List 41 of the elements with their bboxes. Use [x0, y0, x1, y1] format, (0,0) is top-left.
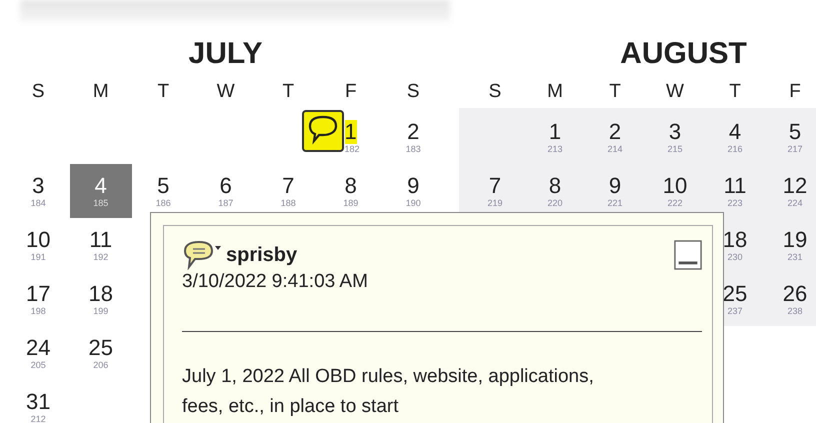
speech-bubble-icon[interactable]	[182, 240, 222, 270]
comment-text: July 1, 2022 All OBD rules, website, applications, fees, etc., in place to start	[182, 365, 595, 419]
day-cell[interactable]: 17 198	[7, 272, 70, 326]
weekday-label: T	[157, 80, 170, 104]
day-cell[interactable]: 19 231	[765, 218, 816, 272]
weekday-label: M	[92, 80, 109, 104]
minimize-icon[interactable]	[674, 240, 702, 270]
weekday-label: F	[789, 80, 801, 104]
comment-icon[interactable]	[302, 110, 344, 152]
day-cell[interactable]: 3 184	[7, 164, 70, 218]
weekday-label: W	[666, 80, 684, 104]
day-cell[interactable]: 24 205	[7, 326, 70, 380]
month-title: JULY	[188, 36, 262, 72]
month-title: AUGUST	[620, 36, 747, 72]
day-cell[interactable]: 2 183	[382, 110, 444, 164]
day-cell[interactable]: 18 199	[70, 272, 132, 326]
day-cell[interactable]: 1 213	[525, 110, 585, 164]
day-cell[interactable]: 11 223	[705, 164, 765, 218]
day-cell[interactable]: 4 185	[70, 164, 132, 218]
weekday-label: T	[609, 80, 621, 104]
weekday-label: T	[282, 80, 294, 104]
day-cell[interactable]: 10 191	[7, 218, 70, 272]
day-cell[interactable]: 25 206	[70, 326, 132, 380]
day-cell[interactable]: 26 238	[765, 272, 816, 326]
day-cell[interactable]: 11 192	[70, 218, 132, 272]
day-cell[interactable]: 2 214	[585, 110, 645, 164]
author-name: sprisby	[226, 244, 298, 266]
weekday-label: M	[547, 80, 563, 104]
day-cell[interactable]: 1 182	[344, 110, 382, 164]
weekday-label: F	[344, 80, 357, 104]
weekday-label: W	[216, 80, 235, 104]
day-cell[interactable]: 4 216	[705, 110, 765, 164]
weekday-label: S	[32, 80, 45, 104]
day-cell[interactable]: 3 215	[645, 110, 705, 164]
weekday-label: S	[406, 80, 420, 104]
day-cell[interactable]: 5 217	[765, 110, 816, 164]
weekday-label: S	[488, 80, 502, 104]
day-cell[interactable]: 31 212	[7, 380, 70, 423]
day-cell[interactable]: 12 224	[765, 164, 816, 218]
weekday-label: T	[729, 80, 741, 104]
comment-timestamp: 3/10/2022 9:41:03 AM	[182, 270, 369, 294]
